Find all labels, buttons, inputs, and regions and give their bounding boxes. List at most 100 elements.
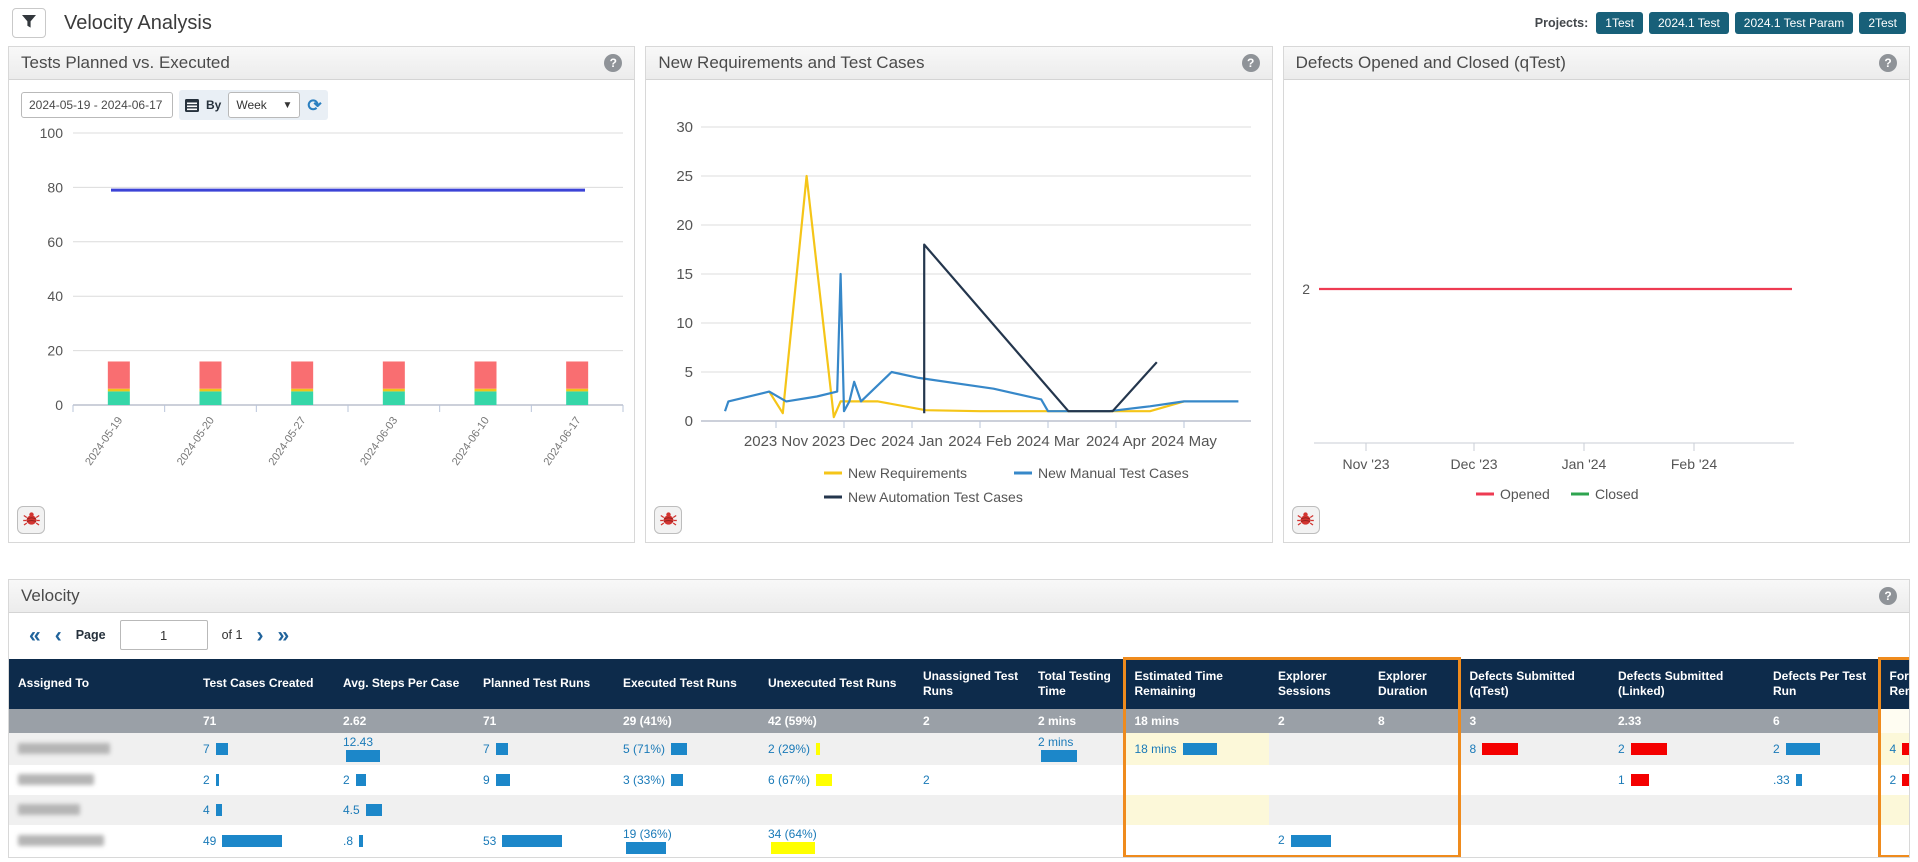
summary-cell <box>9 709 194 733</box>
column-header[interactable]: Assigned To <box>9 659 194 709</box>
velocity-table: Assigned ToTest Cases CreatedAvg. Steps … <box>9 657 1910 858</box>
cell-value: 3 (33%) <box>623 773 665 787</box>
column-header[interactable]: Unexecuted Test Runs <box>759 659 914 709</box>
cell-value: .8 <box>343 834 353 848</box>
svg-text:100: 100 <box>40 125 64 141</box>
cell-value: 53 <box>483 834 496 848</box>
value-bar <box>216 743 228 755</box>
table-cell: 2 <box>1269 825 1369 857</box>
table-cell: .8 <box>334 825 474 857</box>
project-badge[interactable]: 2024.1 Test Param <box>1735 12 1854 34</box>
table-cell <box>1124 765 1269 795</box>
column-header[interactable]: Defects Per Test Run <box>1764 659 1879 709</box>
by-label: By <box>206 98 221 112</box>
header-row: Assigned ToTest Cases CreatedAvg. Steps … <box>9 659 1910 709</box>
value-bar <box>771 842 815 854</box>
value-bar <box>222 835 282 847</box>
svg-text:2024-05-27: 2024-05-27 <box>267 415 309 468</box>
refresh-icon[interactable]: ⟳ <box>307 97 321 114</box>
first-page-button[interactable]: « <box>29 625 41 646</box>
column-header[interactable]: Estimated Time Remaining <box>1124 659 1269 709</box>
value-bar <box>671 774 683 786</box>
panel-new-requirements: New Requirements and Test Cases ? 051015… <box>645 46 1272 543</box>
table-cell: 4 <box>1879 733 1910 765</box>
calendar-icon[interactable] <box>185 98 199 112</box>
filter-button[interactable] <box>12 8 46 38</box>
prev-page-button[interactable]: ‹ <box>55 625 62 646</box>
help-icon[interactable]: ? <box>1879 587 1897 605</box>
project-badge[interactable]: 2024.1 Test <box>1649 12 1729 34</box>
svg-text:Nov '23: Nov '23 <box>1342 456 1389 472</box>
report-bug-button[interactable] <box>1292 506 1320 534</box>
table-cell: 7 <box>194 733 334 765</box>
column-header[interactable]: Executed Test Runs <box>614 659 759 709</box>
help-icon[interactable]: ? <box>604 54 622 72</box>
summary-cell: 29 (41%) <box>614 709 759 733</box>
svg-text:Feb '24: Feb '24 <box>1671 456 1717 472</box>
tests-planned-chart: 0204060801002024-05-192024-05-202024-05-… <box>9 120 634 493</box>
column-header[interactable]: Avg. Steps Per Case <box>334 659 474 709</box>
help-icon[interactable]: ? <box>1242 54 1260 72</box>
column-header[interactable]: Test Cases Created <box>194 659 334 709</box>
value-bar <box>502 835 562 847</box>
page-label: Page <box>76 628 106 642</box>
value-bar <box>626 842 666 854</box>
redacted-name <box>18 804 80 815</box>
table-row[interactable]: 44.5 <box>9 795 1910 825</box>
column-header[interactable]: Forecasted Defects Remaining <box>1879 659 1910 709</box>
page-of-label: of 1 <box>222 628 243 642</box>
table-cell <box>1879 795 1910 825</box>
table-row[interactable]: 712.4375 (71%)2 (29%)2 mins18 mins8224 <box>9 733 1910 765</box>
cell-value: 2 mins <box>1038 736 1114 749</box>
panel-title: Defects Opened and Closed (qTest) <box>1296 53 1566 73</box>
project-badge[interactable]: 2Test <box>1859 12 1906 34</box>
column-header[interactable]: Unassigned Test Runs <box>914 659 1029 709</box>
svg-text:2023 Nov: 2023 Nov <box>744 433 809 450</box>
column-header[interactable]: Defects Submitted (qTest) <box>1459 659 1609 709</box>
column-header[interactable]: Defects Submitted (Linked) <box>1609 659 1764 709</box>
svg-text:2024 Mar: 2024 Mar <box>1017 433 1080 450</box>
value-bar <box>356 774 366 786</box>
column-header[interactable]: Explorer Duration <box>1369 659 1459 709</box>
table-cell <box>1459 765 1609 795</box>
summary-cell <box>1879 709 1910 733</box>
value-bar <box>816 774 832 786</box>
summary-cell: 3 <box>1459 709 1609 733</box>
help-icon[interactable]: ? <box>1879 54 1897 72</box>
charts-row: Tests Planned vs. Executed ? By Week ▼ ⟳… <box>0 46 1918 543</box>
date-range-input[interactable] <box>21 92 173 118</box>
summary-cell: 42 (59%) <box>759 709 914 733</box>
table-cell: 8 <box>1459 733 1609 765</box>
table-cell <box>1269 733 1369 765</box>
svg-text:2024-05-19: 2024-05-19 <box>83 415 125 468</box>
cell-value: 7 <box>203 742 210 756</box>
svg-text:Closed: Closed <box>1595 486 1639 502</box>
svg-text:2: 2 <box>1302 281 1310 297</box>
value-bar <box>1291 835 1331 847</box>
panel-tests-planned-header: Tests Planned vs. Executed ? <box>9 47 634 80</box>
redacted-name <box>18 774 94 785</box>
svg-text:Dec '23: Dec '23 <box>1450 456 1497 472</box>
cell-value: 2 <box>203 773 210 787</box>
next-page-button[interactable]: › <box>256 625 263 646</box>
column-header[interactable]: Planned Test Runs <box>474 659 614 709</box>
summary-cell: 2.62 <box>334 709 474 733</box>
last-page-button[interactable]: » <box>277 625 289 646</box>
table-row[interactable]: 49.85319 (36%)34 (64%)2 <box>9 825 1910 857</box>
summary-row: 712.627129 (41%)42 (59%)22 mins18 mins28… <box>9 709 1910 733</box>
table-row[interactable]: 2293 (33%)6 (67%)21.332 <box>9 765 1910 795</box>
column-header[interactable]: Total Testing Time <box>1029 659 1124 709</box>
column-header[interactable]: Explorer Sessions <box>1269 659 1369 709</box>
svg-text:2024-06-10: 2024-06-10 <box>450 415 492 468</box>
table-cell: 2 <box>1879 765 1910 795</box>
interval-select[interactable]: Week ▼ <box>228 92 300 118</box>
page-input[interactable] <box>120 620 208 650</box>
panel-new-requirements-header: New Requirements and Test Cases ? <box>646 47 1271 80</box>
svg-text:40: 40 <box>47 288 63 304</box>
project-badge[interactable]: 1Test <box>1596 12 1643 34</box>
report-bug-button[interactable] <box>654 506 682 534</box>
report-bug-button[interactable] <box>17 506 45 534</box>
svg-text:2023 Dec: 2023 Dec <box>812 433 877 450</box>
cell-value: 9 <box>483 773 490 787</box>
interval-value: Week <box>236 98 266 112</box>
